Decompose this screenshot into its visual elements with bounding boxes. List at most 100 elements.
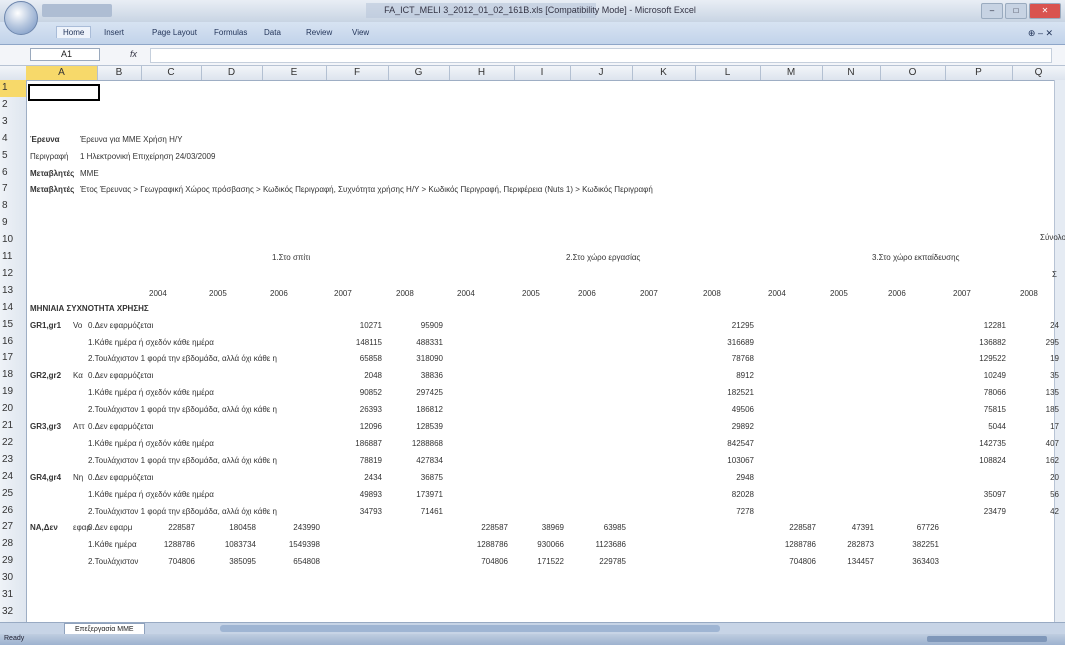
data-cell[interactable]: 67726 xyxy=(893,523,939,532)
data-cell[interactable]: 17 xyxy=(1013,422,1059,431)
data-cell[interactable]: 228587 xyxy=(149,523,195,532)
row-header[interactable]: 13 xyxy=(0,283,26,300)
meta-value[interactable]: 1 Ηλεκτρονική Επιχείρηση 24/03/2009 xyxy=(80,152,215,161)
data-cell[interactable]: 142735 xyxy=(960,439,1006,448)
data-cell[interactable]: 228587 xyxy=(462,523,508,532)
data-cell[interactable]: 1083734 xyxy=(210,540,256,549)
data-cell[interactable]: 180458 xyxy=(210,523,256,532)
group-label[interactable]: ΜΗΝΙΑΙΑ ΣΥΧΝΟΤΗΤΑ ΧΡΗΣΗΣ xyxy=(30,304,149,313)
data-cell[interactable]: 1288786 xyxy=(770,540,816,549)
fx-icon[interactable]: fx xyxy=(130,49,137,59)
region-name[interactable]: Vo xyxy=(73,321,82,330)
data-cell[interactable]: 19 xyxy=(1013,354,1059,363)
data-cell[interactable]: 173971 xyxy=(397,490,443,499)
column-header-k[interactable]: K xyxy=(632,66,696,80)
data-cell[interactable]: 95909 xyxy=(397,321,443,330)
column-header-p[interactable]: P xyxy=(945,66,1013,80)
row-header[interactable]: 12 xyxy=(0,266,26,283)
row-header[interactable]: 7 xyxy=(0,181,26,198)
minimize-button[interactable]: – xyxy=(981,3,1003,19)
data-cell[interactable]: 8912 xyxy=(708,371,754,380)
data-cell[interactable]: 20 xyxy=(1013,473,1059,482)
frequency-label[interactable]: 1.Κάθε ημέρα ή σχεδόν κάθε ημέρα xyxy=(88,490,214,499)
section-header[interactable]: 3.Στο χώρο εκπαίδευσης xyxy=(872,253,959,262)
data-cell[interactable]: 128539 xyxy=(397,422,443,431)
row-header[interactable]: 19 xyxy=(0,384,26,401)
ribbon-window-controls[interactable]: ⊕ – ✕ xyxy=(1028,28,1053,39)
column-header-b[interactable]: B xyxy=(97,66,142,80)
year-header[interactable]: 2008 xyxy=(1020,289,1038,298)
office-button[interactable] xyxy=(4,1,38,35)
row-header[interactable]: 18 xyxy=(0,367,26,384)
row-header[interactable]: 22 xyxy=(0,435,26,452)
active-cell-a1[interactable] xyxy=(28,84,100,101)
data-cell[interactable]: 1288786 xyxy=(462,540,508,549)
column-header-j[interactable]: J xyxy=(570,66,633,80)
region-name[interactable]: Αττ xyxy=(73,422,85,431)
tab-data[interactable]: Data xyxy=(264,28,281,37)
name-box[interactable]: A1 xyxy=(30,48,100,61)
data-cell[interactable]: 24 xyxy=(1013,321,1059,330)
data-cell[interactable]: 49506 xyxy=(708,405,754,414)
year-header[interactable]: 2007 xyxy=(334,289,352,298)
region-name[interactable]: Νη xyxy=(73,473,83,482)
tab-view[interactable]: View xyxy=(352,28,369,37)
data-cell[interactable]: 21295 xyxy=(708,321,754,330)
data-cell[interactable]: 407 xyxy=(1013,439,1059,448)
data-cell[interactable]: 75815 xyxy=(960,405,1006,414)
data-cell[interactable]: 1288786 xyxy=(149,540,195,549)
data-cell[interactable]: 185 xyxy=(1013,405,1059,414)
column-header-l[interactable]: L xyxy=(695,66,761,80)
column-header-d[interactable]: D xyxy=(201,66,263,80)
year-header[interactable]: 2006 xyxy=(888,289,906,298)
data-cell[interactable]: 1123686 xyxy=(580,540,626,549)
section-header[interactable]: 2.Στο χώρο εργασίας xyxy=(566,253,640,262)
frequency-label[interactable]: 1.Κάθε ημέρα ή σχεδόν κάθε ημέρα xyxy=(88,388,214,397)
frequency-label[interactable]: 0.Δεν εφαρμόζεται xyxy=(88,321,153,330)
maximize-button[interactable]: □ xyxy=(1005,3,1027,19)
close-button[interactable]: ✕ xyxy=(1029,3,1061,19)
row-header[interactable]: 1 xyxy=(0,80,26,97)
data-cell[interactable]: 488331 xyxy=(397,338,443,347)
row-header[interactable]: 25 xyxy=(0,486,26,503)
column-header-m[interactable]: M xyxy=(760,66,823,80)
frequency-label[interactable]: 0.Δεν εφαρμόζεται xyxy=(88,371,153,380)
cell-label[interactable]: Σύνολο xyxy=(1040,233,1065,242)
data-cell[interactable]: 47391 xyxy=(828,523,874,532)
data-cell[interactable]: 363403 xyxy=(893,557,939,566)
data-cell[interactable]: 5044 xyxy=(960,422,1006,431)
data-cell[interactable]: 38836 xyxy=(397,371,443,380)
data-cell[interactable]: 49893 xyxy=(336,490,382,499)
row-header[interactable]: 17 xyxy=(0,350,26,367)
meta-value[interactable]: Έρευνα για ΜΜΕ Χρήση Η/Υ xyxy=(80,135,182,144)
data-cell[interactable]: 385095 xyxy=(210,557,256,566)
data-cell[interactable]: 78066 xyxy=(960,388,1006,397)
data-cell[interactable]: 38969 xyxy=(518,523,564,532)
data-cell[interactable]: 316689 xyxy=(708,338,754,347)
data-cell[interactable]: 654808 xyxy=(274,557,320,566)
data-cell[interactable]: 134457 xyxy=(828,557,874,566)
row-header[interactable]: 10 xyxy=(0,232,26,249)
region-code[interactable]: GR2,gr2 xyxy=(30,371,61,380)
data-cell[interactable]: 12281 xyxy=(960,321,1006,330)
row-header[interactable]: 8 xyxy=(0,198,26,215)
formula-input[interactable] xyxy=(150,48,1052,63)
data-cell[interactable]: 842547 xyxy=(708,439,754,448)
data-cell[interactable]: 35 xyxy=(1013,371,1059,380)
tab-review[interactable]: Review xyxy=(306,28,332,37)
cell-label[interactable]: Σ xyxy=(1052,270,1057,279)
column-header-h[interactable]: H xyxy=(449,66,515,80)
meta-label[interactable]: Έρευνα xyxy=(30,135,60,144)
meta-label[interactable]: Μεταβλητές xyxy=(30,185,74,194)
meta-value[interactable]: Έτος Έρευνας > Γεωγραφική Χώρος πρόσβαση… xyxy=(80,185,653,194)
data-cell[interactable]: 42 xyxy=(1013,507,1059,516)
row-header[interactable]: 20 xyxy=(0,401,26,418)
column-header-g[interactable]: G xyxy=(388,66,450,80)
data-cell[interactable]: 63985 xyxy=(580,523,626,532)
frequency-label[interactable]: 2.Τουλάχιστον 1 φορά την εβδομάδα, αλλά … xyxy=(88,507,277,516)
frequency-label[interactable]: 2.Τουλάχιστον 1 φορά την εβδομάδα, αλλά … xyxy=(88,354,277,363)
column-header-n[interactable]: N xyxy=(822,66,881,80)
frequency-label[interactable]: 0.Δεν εφαρμόζεται xyxy=(88,473,153,482)
year-header[interactable]: 2004 xyxy=(457,289,475,298)
data-cell[interactable]: 136882 xyxy=(960,338,1006,347)
